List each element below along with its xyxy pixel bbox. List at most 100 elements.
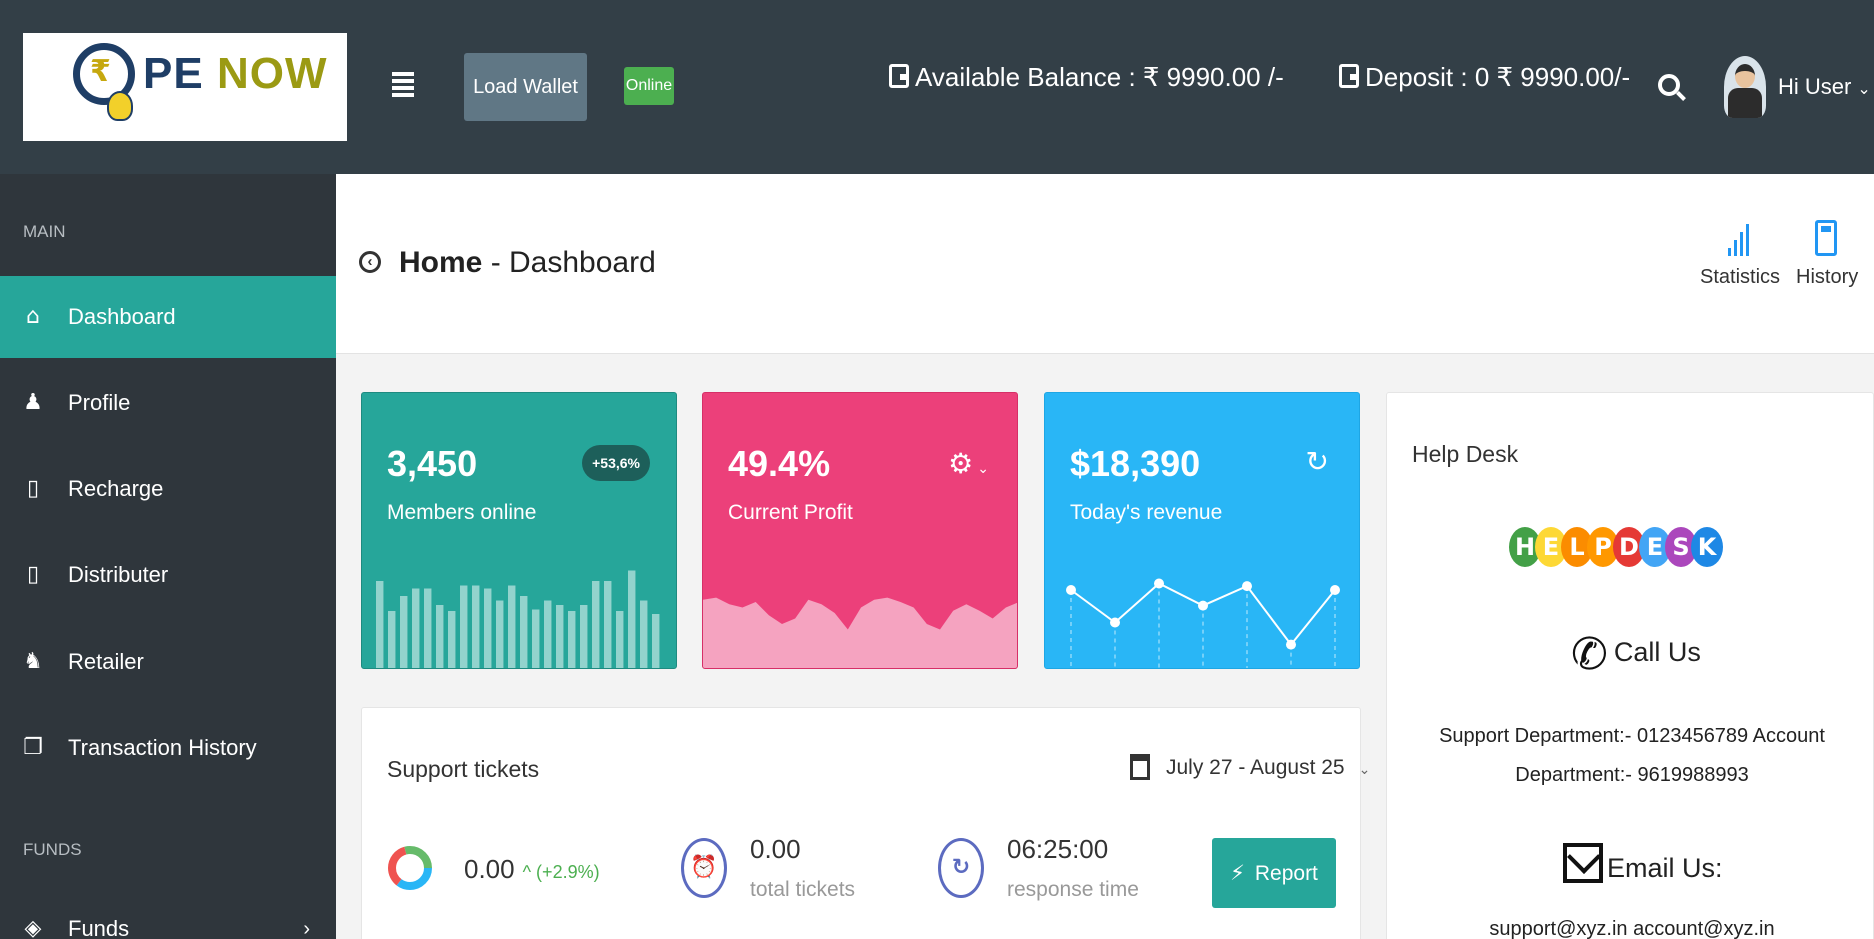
help-desk-title: Help Desk: [1412, 441, 1519, 467]
help-desk-panel: Help Desk HELPDESK ✆ Call Us Support Depa…: [1386, 392, 1874, 939]
sidebar-item-recharge[interactable]: ▯ Recharge: [0, 448, 336, 530]
date-range-picker[interactable]: July 27 - August 25 ⌄: [1130, 754, 1370, 780]
sidebar-item-funds[interactable]: ◈ Funds ›: [0, 888, 336, 939]
search-icon[interactable]: [1658, 74, 1686, 102]
sidebar-section-main: MAIN: [23, 222, 66, 241]
profit-area-chart: [703, 597, 1017, 668]
report-button[interactable]: ⚡ Report: [1212, 838, 1336, 908]
sidebar-item-distributer[interactable]: ▯ Distributer: [0, 534, 336, 616]
sidebar-item-retailer[interactable]: ♞ Retailer: [0, 621, 336, 703]
support-contact-text: Support Department:- 0123456789 Account …: [1439, 725, 1825, 786]
sidebar-item-label: Profile: [68, 390, 131, 415]
sidebar-section-funds: FUNDS: [23, 840, 82, 859]
bar-chart-icon: [1728, 220, 1750, 256]
call-us-row: ✆ Call Us: [1571, 629, 1701, 680]
documents-icon: ❐: [23, 735, 43, 760]
members-bar: [652, 614, 660, 668]
wallet-icon: [1339, 64, 1359, 88]
revenue-point: [1330, 585, 1340, 595]
user-greeting: Hi User: [1778, 74, 1852, 99]
helpdesk-logo-letter: K: [1691, 527, 1723, 567]
settings-dropdown[interactable]: ⚙ ⌄: [948, 447, 989, 480]
revenue-point: [1242, 581, 1252, 592]
refresh-icon[interactable]: ↻: [1306, 445, 1329, 478]
mobile-phone-icon: ▯: [26, 476, 40, 501]
gear-icon: ⚙: [948, 447, 974, 480]
helpdesk-logo: HELPDESK: [1509, 519, 1729, 583]
clipboard-icon: ▯: [26, 562, 40, 587]
sidebar-item-label: Recharge: [68, 476, 164, 501]
ticket-progress-value: 0.00 ^ (+2.9%): [464, 854, 600, 884]
members-bar: [460, 585, 468, 668]
hamburger-menu-icon[interactable]: [392, 72, 414, 100]
members-bar: [424, 588, 432, 668]
members-bar: [436, 605, 444, 668]
members-bar: [592, 581, 600, 668]
sidebar-item-profile[interactable]: ♟ Profile: [0, 362, 336, 444]
envelope-icon: [1563, 843, 1603, 883]
members-online-value: 3,450: [387, 443, 478, 484]
retailer-icon: ♞: [23, 649, 43, 674]
chevron-down-icon: ⌄: [1857, 81, 1871, 98]
revenue-point: [1110, 617, 1120, 628]
members-bar: [568, 611, 576, 668]
revenue-line-chart: [1066, 578, 1340, 668]
members-bar: [376, 581, 384, 668]
sidebar-item-label: Funds: [68, 916, 130, 939]
chevron-down-icon: ⌄: [1358, 761, 1371, 777]
available-balance-text: Available Balance : ₹ 9990.00 /-: [915, 62, 1284, 92]
sidebar-item-label: Retailer: [68, 649, 144, 674]
user-menu[interactable]: Hi User ⌄: [1778, 74, 1871, 100]
online-status-badge: Online: [624, 67, 674, 105]
sidebar-item-label: Transaction History: [68, 735, 257, 760]
sidebar-item-transaction-history[interactable]: ❐ Transaction History: [0, 707, 336, 789]
breadcrumb-current: - Dashboard: [482, 246, 656, 279]
current-profit-value: 49.4%: [728, 443, 831, 484]
members-bar: [520, 596, 528, 668]
page-title: Home - Dashboard: [399, 246, 656, 280]
members-bar: [640, 600, 648, 668]
members-bar: [580, 605, 588, 668]
members-bar: [508, 585, 516, 668]
profit-area: [703, 597, 1017, 668]
alarm-clock-icon: ⏰: [681, 838, 727, 898]
total-tickets-label: total tickets: [750, 878, 856, 901]
sidebar-item-label: Dashboard: [68, 304, 176, 329]
donut-progress-icon: [388, 846, 432, 890]
statistics-button[interactable]: Statistics: [1700, 220, 1780, 289]
current-profit-card: 49.4% Current Profit ⚙ ⌄: [702, 392, 1018, 669]
sidebar: MAIN ⌂ Dashboard ♟ Profile ▯ Recharge ▯ …: [0, 174, 336, 939]
members-bar: [484, 588, 492, 668]
members-bar: [616, 611, 624, 668]
history-button[interactable]: History: [1796, 220, 1859, 289]
back-arrow-icon[interactable]: ‹: [359, 251, 381, 273]
chart-line-icon: ⚡: [1230, 860, 1245, 885]
members-bar: [544, 600, 552, 668]
breadcrumb-home[interactable]: Home: [399, 246, 482, 279]
deposit-text: Deposit : 0 ₹ 9990.00/-: [1365, 62, 1631, 92]
current-profit-label: Current Profit: [728, 501, 853, 524]
members-bar: [628, 570, 636, 668]
user-icon: ♟: [23, 390, 43, 415]
todays-revenue-value: $18,390: [1070, 443, 1201, 484]
history-label: History: [1796, 266, 1859, 288]
load-wallet-button[interactable]: Load Wallet: [464, 53, 587, 121]
support-tickets-panel: Support tickets July 27 - August 25 ⌄ 0.0…: [361, 707, 1370, 939]
members-bar: [400, 596, 408, 668]
members-bar: [556, 605, 564, 668]
members-bar: [448, 611, 456, 668]
date-range-text: July 27 - August 25: [1166, 756, 1345, 779]
calendar-icon: [1130, 754, 1150, 780]
sidebar-item-dashboard[interactable]: ⌂ Dashboard: [0, 276, 336, 358]
members-bar: [412, 588, 420, 668]
phone-icon: ✆: [1571, 629, 1608, 680]
sidebar-item-label: Distributer: [68, 562, 169, 587]
wallet-icon: [889, 64, 909, 88]
email-us-label: Email Us:: [1607, 853, 1723, 883]
user-avatar[interactable]: [1724, 56, 1766, 118]
layers-icon: ◈: [24, 916, 42, 939]
brand-logo[interactable]: ₹ PE NOW: [23, 33, 347, 141]
members-online-label: Members online: [387, 501, 537, 524]
revenue-point: [1198, 600, 1208, 611]
members-bar: [604, 581, 612, 668]
